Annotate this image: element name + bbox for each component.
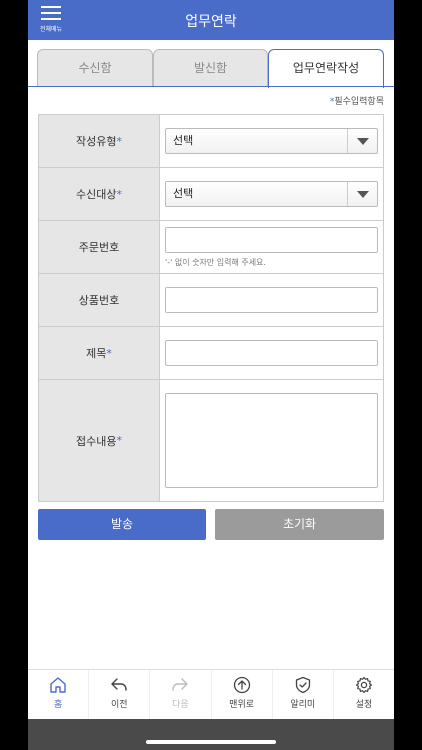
home-indicator[interactable] (146, 740, 276, 744)
form-row-order: 주문번호 '-' 없이 숫자만 입력해 주세요. (38, 221, 384, 274)
back-icon (111, 678, 127, 691)
required-mark: * (116, 187, 122, 201)
gear-icon (355, 676, 372, 694)
subject-input[interactable] (165, 340, 378, 366)
type-select-value: 선택 (173, 134, 194, 147)
nav-notifier[interactable]: 알리미 (273, 670, 334, 719)
shield-icon (295, 676, 310, 694)
recipient-label-text: 수신대상 (76, 188, 117, 201)
type-select-arrow (347, 129, 377, 153)
content-textarea[interactable] (165, 393, 378, 488)
nav-settings-label: 설정 (355, 700, 373, 710)
subject-label: 제목 * (39, 327, 160, 379)
required-note-text: 필수입력항목 (334, 97, 384, 107)
type-select[interactable]: 선택 (165, 128, 378, 154)
page-title: 업무연락 (185, 14, 237, 30)
nav-back-label: 이전 (110, 700, 128, 710)
required-note: *필수입력항목 (330, 94, 384, 107)
nav-notifier-label: 알리미 (290, 700, 316, 710)
home-indicator-area (28, 719, 394, 750)
top-icon (233, 676, 250, 694)
tab-inbox[interactable]: 수신함 (37, 49, 153, 87)
chevron-down-icon (357, 138, 369, 145)
form-row-subject: 제목 * (38, 327, 384, 380)
subject-label-text: 제목 (86, 347, 107, 360)
app-header: 전체메뉴 업무연락 (28, 0, 394, 40)
recipient-select-arrow (347, 182, 377, 206)
send-button[interactable]: 발송 (38, 509, 206, 540)
order-hint: '-' 없이 숫자만 입력해 주세요. (165, 258, 266, 267)
required-mark: * (116, 434, 122, 447)
nav-forward-label: 다음 (172, 700, 189, 710)
bottom-nav: 홈 이전 다음 맨위로 알리미 설정 (28, 669, 394, 719)
product-number-input[interactable] (165, 287, 378, 313)
tab-compose[interactable]: 업무연락작성 (268, 49, 384, 88)
forward-icon (172, 678, 189, 691)
type-label: 작성유형 * (39, 115, 160, 167)
nav-forward[interactable]: 다음 (150, 670, 212, 719)
nav-top[interactable]: 맨위로 (212, 670, 273, 719)
order-label: 주문번호 (39, 221, 160, 273)
nav-home-label: 홈 (53, 700, 63, 710)
home-icon (50, 677, 66, 693)
form-row-product: 상품번호 (38, 274, 384, 327)
type-label-text: 작성유형 (76, 135, 117, 148)
recipient-select-value: 선택 (173, 187, 194, 200)
product-label-text: 상품번호 (78, 294, 120, 307)
required-mark: * (106, 346, 112, 360)
form-row-recipient: 수신대상 * 선택 (38, 168, 384, 221)
form-row-content: 접수내용 * (38, 380, 384, 502)
nav-top-label: 맨위로 (229, 700, 255, 710)
compose-form: 작성유형 * 선택 수신대상 * 선택 주문번호 '-' 없이 숫자만 입력해 주세… (38, 114, 384, 502)
tab-divider (28, 86, 394, 87)
tab-bar: 수신함 발신함 업무연락작성 (37, 49, 384, 88)
form-row-type: 작성유형 * 선택 (38, 115, 384, 168)
product-label: 상품번호 (39, 274, 160, 326)
tab-sent[interactable]: 발신함 (153, 49, 268, 87)
order-number-input[interactable] (165, 227, 378, 253)
content-label-text: 접수내용 (76, 434, 117, 448)
reset-button[interactable]: 초기화 (215, 509, 384, 540)
nav-settings[interactable]: 설정 (334, 670, 394, 719)
recipient-select[interactable]: 선택 (165, 181, 378, 207)
screen: 전체메뉴 업무연락 수신함 발신함 업무연락작성 *필수입력항목 작성유형 * 선… (28, 0, 394, 750)
nav-home[interactable]: 홈 (28, 670, 90, 719)
content-label: 접수내용 * (39, 380, 160, 501)
order-label-text: 주문번호 (78, 241, 120, 254)
recipient-label: 수신대상 * (39, 168, 160, 220)
required-mark: * (116, 134, 122, 148)
nav-back[interactable]: 이전 (89, 670, 151, 719)
action-buttons: 발송 초기화 (38, 509, 384, 541)
chevron-down-icon (357, 191, 369, 198)
